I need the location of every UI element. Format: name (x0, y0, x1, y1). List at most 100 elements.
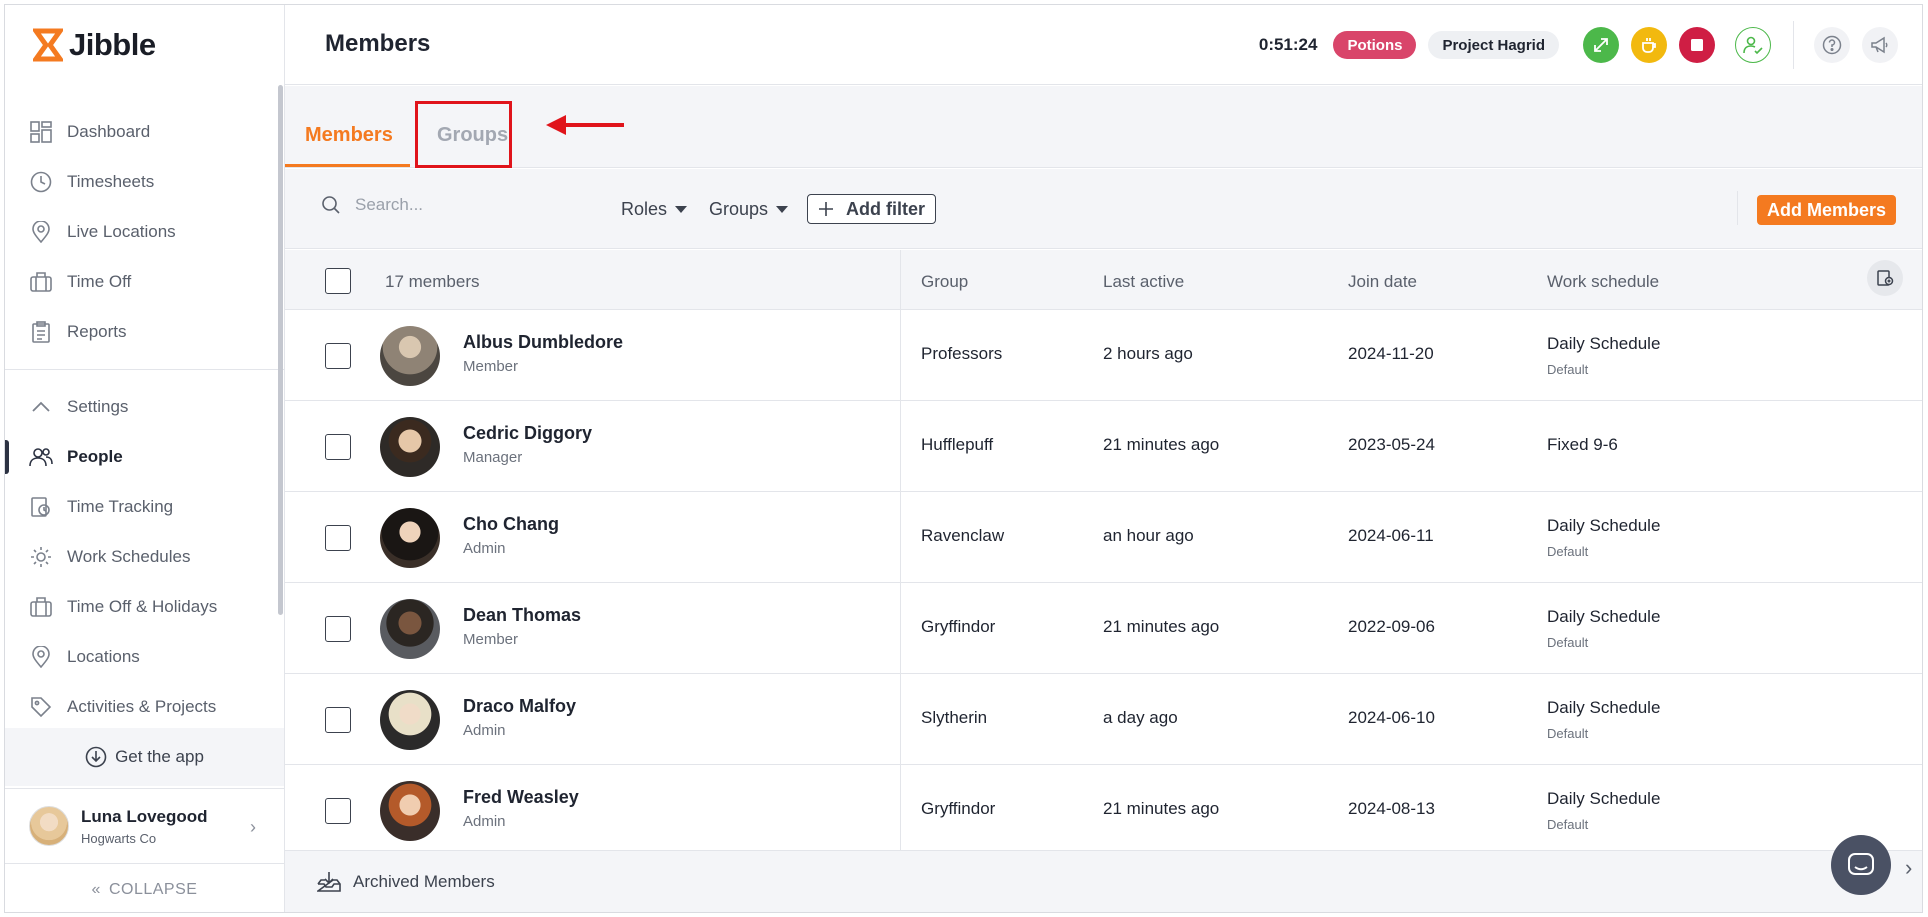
add-filter-button[interactable]: Add filter (807, 194, 936, 224)
member-work-schedule: Daily Schedule (1547, 789, 1661, 808)
member-avatar[interactable] (380, 690, 440, 750)
chat-support-button[interactable] (1831, 835, 1891, 895)
sidebar-item-dashboard[interactable]: Dashboard (5, 107, 284, 157)
member-work-schedule: Daily Schedule (1547, 607, 1661, 626)
table-row[interactable]: Fred Weasley Admin Gryffindor 21 minutes… (285, 765, 1922, 856)
sidebar-item-label: Reports (67, 322, 127, 341)
member-avatar[interactable] (380, 599, 440, 659)
column-header-join-date[interactable]: Join date (1348, 272, 1417, 292)
member-work-schedule-sub: Default (1547, 817, 1589, 832)
sidebar-item-people[interactable]: People (5, 432, 284, 482)
member-name[interactable]: Cedric Diggory (463, 423, 592, 444)
tag-icon (29, 695, 53, 719)
member-avatar[interactable] (380, 508, 440, 568)
chevron-right-icon: › (250, 817, 256, 837)
switch-activity-button[interactable] (1583, 27, 1619, 63)
sidebar-item-time-tracking[interactable]: Time Tracking (5, 482, 284, 532)
sidebar-scrollbar[interactable] (278, 85, 283, 615)
people-icon (29, 445, 53, 469)
sidebar-item-label: Locations (67, 647, 140, 666)
page-title: Members (325, 30, 431, 57)
row-checkbox[interactable] (325, 343, 351, 369)
table-header: 17 members Group Last active Join date W… (285, 250, 1922, 310)
groups-dropdown[interactable]: Groups (709, 199, 789, 220)
add-members-button[interactable]: Add Members (1757, 195, 1897, 225)
sidebar-item-locations[interactable]: Locations (5, 632, 284, 682)
roles-dropdown[interactable]: Roles (621, 199, 688, 220)
column-header-group[interactable]: Group (921, 272, 968, 292)
user-profile[interactable]: Luna Lovegood Hogwarts Co › (5, 788, 284, 864)
toolbar-divider (1737, 191, 1738, 225)
table-row[interactable]: Cho Chang Admin Ravenclaw an hour ago 20… (285, 492, 1922, 583)
double-chevron-left-icon: « (91, 881, 101, 898)
table-row[interactable]: Draco Malfoy Admin Slytherin a day ago 2… (285, 674, 1922, 765)
user-name: Luna Lovegood (81, 806, 208, 826)
column-settings-button[interactable] (1867, 260, 1903, 296)
column-header-last-active[interactable]: Last active (1103, 272, 1184, 292)
help-button[interactable] (1814, 27, 1850, 63)
member-work-schedule: Daily Schedule (1547, 516, 1661, 535)
table-row[interactable]: Albus Dumbledore Member Professors 2 hou… (285, 310, 1922, 401)
row-checkbox[interactable] (325, 707, 351, 733)
row-checkbox[interactable] (325, 798, 351, 824)
table-row[interactable]: Cedric Diggory Manager Hufflepuff 21 min… (285, 401, 1922, 492)
get-the-app-button[interactable]: Get the app (5, 728, 284, 786)
collapse-button[interactable]: « COLLAPSE (5, 867, 284, 912)
member-avatar[interactable] (380, 417, 440, 477)
row-checkbox[interactable] (325, 525, 351, 551)
member-last-active: 21 minutes ago (1103, 799, 1220, 818)
search-icon (322, 196, 340, 214)
sidebar-item-time-off[interactable]: Time Off (5, 257, 284, 307)
project-pill[interactable]: Project Hagrid (1428, 31, 1559, 59)
search-input[interactable] (355, 195, 555, 215)
updates-button[interactable] (1862, 27, 1898, 63)
sidebar-item-timesheets[interactable]: Timesheets (5, 157, 284, 207)
column-header-work-schedule[interactable]: Work schedule (1547, 272, 1659, 292)
tabs-bar: Members Groups (285, 86, 1922, 168)
stop-timer-button[interactable] (1679, 27, 1715, 63)
sidebar-item-work-schedules[interactable]: Work Schedules (5, 532, 284, 582)
sidebar-item-activities-projects[interactable]: Activities & Projects (5, 682, 284, 732)
clock-icon (29, 170, 53, 194)
row-checkbox[interactable] (325, 616, 351, 642)
sidebar-item-live-locations[interactable]: Live Locations (5, 207, 284, 257)
sidebar-nav: Dashboard Timesheets Live Locations Time… (5, 107, 284, 732)
sidebar-item-label: Time Tracking (67, 497, 174, 516)
member-name[interactable]: Draco Malfoy (463, 696, 576, 717)
clock-in-member-button[interactable] (1735, 27, 1771, 63)
logo[interactable]: Jibble (33, 27, 156, 63)
caret-down-icon (675, 205, 688, 213)
archived-members-link[interactable]: Archived Members (317, 871, 495, 893)
member-role: Member (463, 631, 519, 648)
sidebar-item-reports[interactable]: Reports (5, 307, 284, 357)
stop-icon (1691, 39, 1703, 51)
table-row[interactable]: Dean Thomas Member Gryffindor 21 minutes… (285, 583, 1922, 674)
tab-members[interactable]: Members (305, 124, 393, 147)
member-join-date: 2024-06-10 (1348, 708, 1435, 727)
get-the-app-label: Get the app (115, 747, 204, 766)
member-name[interactable]: Albus Dumbledore (463, 332, 623, 353)
member-avatar[interactable] (380, 326, 440, 386)
member-avatar[interactable] (380, 781, 440, 841)
map-pin-icon (29, 645, 53, 669)
member-role: Admin (463, 722, 506, 739)
roles-dropdown-label: Roles (621, 199, 668, 219)
member-role: Member (463, 358, 519, 375)
chevron-right-icon[interactable]: › (1905, 855, 1912, 881)
select-all-checkbox[interactable] (325, 268, 351, 294)
break-button[interactable] (1631, 27, 1667, 63)
row-checkbox[interactable] (325, 434, 351, 460)
sidebar-item-settings[interactable]: Settings (5, 382, 284, 432)
dashboard-icon (29, 120, 53, 144)
sidebar-item-label: Activities & Projects (67, 697, 217, 716)
annotation-arrow-icon (546, 115, 624, 135)
sidebar-item-label: People (67, 447, 123, 466)
sidebar-item-time-off-holidays[interactable]: Time Off & Holidays (5, 582, 284, 632)
chevron-up-icon (29, 395, 53, 419)
activity-pill[interactable]: Potions (1333, 31, 1417, 59)
member-name[interactable]: Dean Thomas (463, 605, 581, 626)
sidebar-item-label: Live Locations (67, 222, 176, 241)
member-name[interactable]: Cho Chang (463, 514, 559, 535)
member-name[interactable]: Fred Weasley (463, 787, 579, 808)
groups-dropdown-label: Groups (709, 199, 769, 219)
